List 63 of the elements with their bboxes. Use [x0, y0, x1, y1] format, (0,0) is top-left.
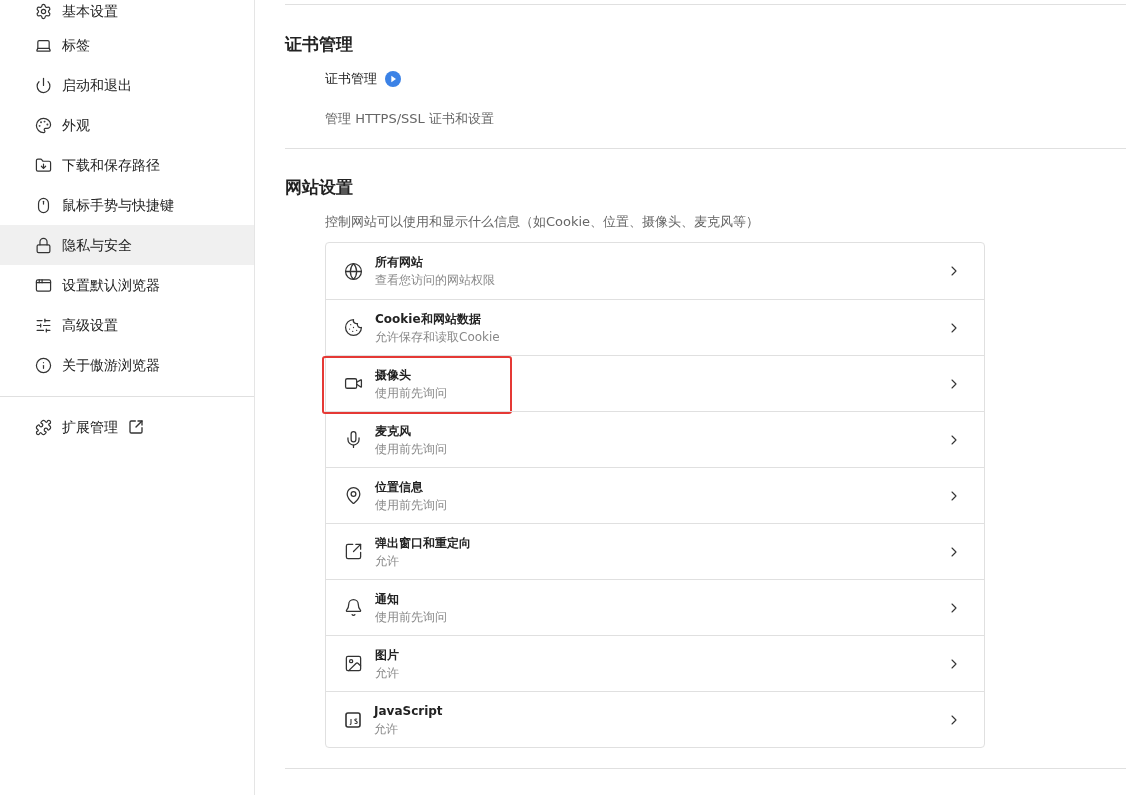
image-icon: [344, 654, 363, 673]
row-subtitle: 使用前先询问: [375, 440, 448, 458]
sidebar-item[interactable]: 标签: [0, 25, 254, 65]
sliders-icon: [35, 316, 52, 334]
settings-row[interactable]: 图片 允许: [326, 635, 984, 691]
section-title: 证书管理: [285, 33, 354, 56]
row-title: JavaScript: [374, 702, 444, 720]
settings-row[interactable]: Cookie和网站数据 允许保存和读取Cookie: [326, 299, 984, 355]
sidebar-item[interactable]: 启动和退出: [0, 65, 254, 105]
settings-row[interactable]: 麦克风 使用前先询问: [326, 411, 984, 467]
row-subtitle: 使用前先询问: [375, 384, 448, 402]
sidebar-item[interactable]: 隐私与安全: [0, 225, 254, 265]
lock-icon: [35, 236, 52, 254]
power-icon: [35, 76, 52, 94]
row-title: 弹出窗口和重定向: [375, 534, 472, 552]
mouse-icon: [35, 196, 52, 214]
section-description: 管理 HTTPS/SSL 证书和设置: [324, 110, 495, 128]
folder-download-icon: [35, 156, 52, 174]
browser-window-icon: [35, 276, 52, 294]
play-icon: [385, 71, 401, 87]
sidebar-item[interactable]: 关于傲游浏览器: [0, 345, 254, 385]
globe-icon: [344, 261, 363, 281]
row-subtitle: 使用前先询问: [375, 496, 448, 514]
settings-row[interactable]: JavaScript 允许: [326, 691, 984, 747]
code-file-icon: [344, 710, 362, 729]
row-title: 麦克风: [375, 422, 412, 440]
row-subtitle: 查看您访问的网站权限: [375, 272, 496, 289]
info-icon: [35, 356, 52, 374]
row-subtitle: 允许: [375, 664, 400, 682]
section-description: 控制网站可以使用和显示什么信息（如Cookie、位置、摄像头、麦克风等）: [324, 213, 761, 231]
row-subtitle: 允许: [375, 552, 400, 570]
row-title: 位置信息: [375, 478, 424, 496]
sidebar-item[interactable]: 设置默认浏览器: [0, 265, 254, 305]
row-title: 所有网站: [375, 254, 424, 271]
sidebar-item[interactable]: 下载和保存路径: [0, 145, 254, 185]
extension-management-link[interactable]: 扩展管理: [62, 416, 118, 438]
sidebar-item[interactable]: 高级设置: [0, 305, 254, 345]
row-subtitle: 允许保存和读取Cookie: [375, 328, 501, 346]
row-title: 摄像头: [375, 366, 412, 384]
external-link-icon: [128, 419, 144, 435]
settings-row[interactable]: 摄像头 使用前先询问: [326, 355, 984, 411]
row-subtitle: 使用前先询问: [375, 608, 448, 626]
gear-icon: [35, 2, 52, 20]
palette-icon: [35, 116, 52, 134]
bell-icon: [344, 598, 363, 617]
row-title: 图片: [375, 646, 400, 664]
map-pin-icon: [344, 486, 363, 505]
sidebar-item[interactable]: 鼠标手势与快捷键: [0, 185, 254, 225]
external-link-icon: [344, 542, 363, 561]
row-title: 通知: [375, 590, 400, 608]
puzzle-icon: [35, 418, 52, 436]
cookie-icon: [344, 318, 363, 337]
certificate-link[interactable]: 证书管理: [325, 69, 377, 89]
settings-row[interactable]: 通知 使用前先询问: [326, 579, 984, 635]
sidebar-item[interactable]: 外观: [0, 105, 254, 145]
settings-row[interactable]: 弹出窗口和重定向 允许: [326, 523, 984, 579]
settings-row[interactable]: 所有网站 查看您访问的网站权限: [326, 243, 984, 299]
microphone-icon: [344, 430, 363, 449]
row-subtitle: 允许: [374, 720, 399, 738]
row-title: Cookie和网站数据: [375, 310, 482, 328]
section-title: 网站设置: [285, 176, 354, 199]
settings-row[interactable]: 位置信息 使用前先询问: [326, 467, 984, 523]
sidebar-item[interactable]: 基本设置: [0, 0, 254, 25]
